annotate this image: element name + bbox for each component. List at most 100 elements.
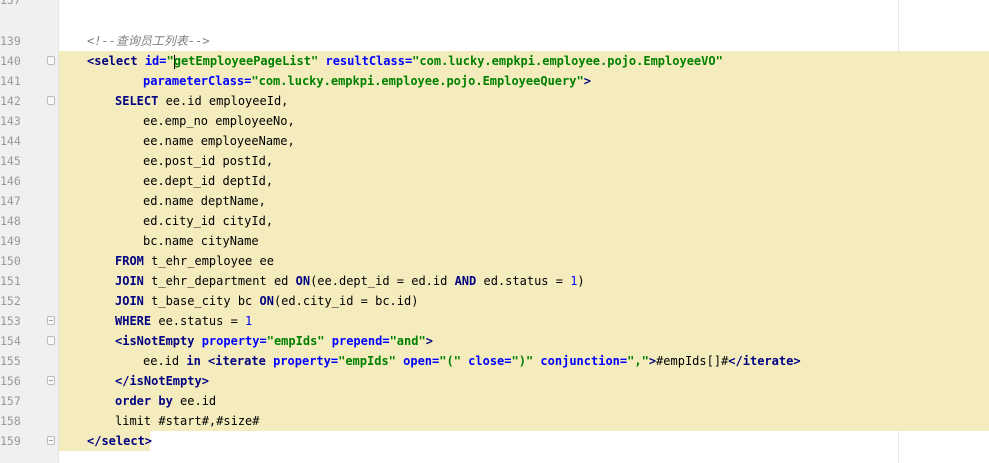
code-line[interactable]: 144 ee.name employeeName, (0, 131, 989, 151)
line-number: 159 (0, 434, 21, 448)
line-number: 141 (0, 74, 21, 88)
code-line[interactable]: 159 </select> (0, 431, 989, 451)
sql-select: SELECT ee.id employeeId, (115, 91, 288, 111)
line-number: 140 (0, 54, 21, 68)
sql-text: ee.status = (151, 314, 246, 328)
line-number: 151 (0, 274, 21, 288)
code-line[interactable]: 154 <isNotEmpty property="empIds" prepen… (0, 331, 989, 351)
code-line[interactable]: 146 ee.dept_id deptId, (0, 171, 989, 191)
attr-name: id= (144, 54, 167, 68)
code-line[interactable]: 155 ee.id in <iterate property="empIds" … (0, 351, 989, 371)
fold-marker-icon[interactable] (47, 436, 55, 445)
attr-name: conjunction= (533, 354, 628, 368)
sql-keyword: AND (454, 274, 477, 288)
sql-keyword: FROM (115, 254, 144, 268)
attr-value: "empIds" (266, 334, 325, 348)
line-number: 148 (0, 214, 21, 228)
tag-close: > (425, 334, 433, 348)
attr-name: open= (395, 354, 440, 368)
sql-text: (ed.city_id = bc.id) (273, 294, 419, 308)
fold-marker-icon[interactable] (47, 56, 55, 65)
line-number: 156 (0, 374, 21, 388)
code-line[interactable]: 153 WHERE ee.status = 1 (0, 311, 989, 331)
sql-text: ee.id employeeId, (158, 94, 289, 108)
sql-text: #empIds[]# (656, 354, 729, 368)
attr-value: "and" (389, 334, 426, 348)
isnotempty-close-tag: </isNotEmpty> (115, 374, 209, 388)
code-line[interactable]: 143 ee.emp_no employeeNo, (0, 111, 989, 131)
line-number: 143 (0, 114, 21, 128)
code-line[interactable]: 152 JOIN t_base_city bc ON(ed.city_id = … (0, 291, 989, 311)
tag-name: <iterate (200, 354, 266, 368)
line-number: 147 (0, 194, 21, 208)
attr-name: parameterClass= (143, 74, 252, 88)
line-number: 139 (0, 34, 21, 48)
code-line[interactable]: 148 ed.city_id cityId, (0, 211, 989, 231)
sql-keyword: in (186, 354, 201, 368)
code-line[interactable]: 157 order by ee.id (0, 391, 989, 411)
fold-marker-icon[interactable] (47, 96, 55, 105)
code-line[interactable]: 142 SELECT ee.id employeeId, (0, 91, 989, 111)
code-line[interactable]: 156 </isNotEmpty> (0, 371, 989, 391)
code-line[interactable]: 140 <select id="getEmployeePageList" res… (0, 51, 989, 71)
sql-text: ee.id (143, 354, 187, 368)
line-number: 157 (0, 394, 21, 408)
attr-name: property= (194, 334, 267, 348)
select-close-tag: </select> (87, 434, 153, 448)
sql-keyword: order (115, 394, 152, 408)
param-attr-line: parameterClass="com.lucky.empkpi.employe… (143, 71, 591, 91)
sql-column: ee.dept_id deptId, (143, 174, 274, 188)
tag-close: > (583, 74, 591, 88)
line-number: 142 (0, 94, 21, 108)
code-line[interactable]: 158 limit #start#,#size# (0, 411, 989, 431)
line-number: 137 (0, 0, 21, 7)
code-line[interactable]: 150 FROM t_ehr_employee ee (0, 251, 989, 271)
attr-value: "empIds" (338, 354, 396, 368)
code-line[interactable]: 151 JOIN t_ehr_department ed ON(ee.dept_… (0, 271, 989, 291)
line-number: 153 (0, 314, 21, 328)
line-number: 146 (0, 174, 21, 188)
sql-join: JOIN t_base_city bc ON(ed.city_id = bc.i… (115, 291, 418, 311)
code-line[interactable]: 141 parameterClass="com.lucky.empkpi.emp… (0, 71, 989, 91)
attr-quote: " (166, 54, 174, 68)
sql-text: ) (577, 274, 585, 288)
line-number: 149 (0, 234, 21, 248)
fold-marker-icon[interactable] (47, 376, 55, 385)
code-editor[interactable]: 137 139 <!--查询员工列表--> 140 <select id="ge… (0, 0, 989, 463)
sql-where: WHERE ee.status = 1 (115, 311, 252, 331)
tag-name: </iterate (728, 354, 794, 368)
sql-join: JOIN t_ehr_department ed ON(ee.dept_id =… (115, 271, 585, 291)
line-number: 154 (0, 334, 21, 348)
attr-name: property= (265, 354, 339, 368)
code-line[interactable]: 149 bc.name cityName (0, 231, 989, 251)
line-number: 144 (0, 134, 21, 148)
sql-order-by: order by ee.id (115, 391, 216, 411)
code-line[interactable]: 145 ee.post_id postId, (0, 151, 989, 171)
code-line[interactable]: 147 ed.name deptName, (0, 191, 989, 211)
xml-comment: <!--查询员工列表--> (87, 34, 210, 48)
iterate-line: ee.id in <iterate property="empIds" open… (143, 351, 801, 371)
sql-column: ed.city_id cityId, (143, 214, 274, 228)
sql-keyword: WHERE (115, 314, 152, 328)
attr-value: "com.lucky.empkpi.employee.pojo.Employee… (251, 74, 584, 88)
tag-name: <isNotEmpty (115, 334, 195, 348)
fold-marker-icon[interactable] (47, 316, 55, 325)
isnotempty-open-tag: <isNotEmpty property="empIds" prepend="a… (115, 331, 433, 351)
attr-name: resultClass= (318, 54, 413, 68)
sql-limit: limit #start#,#size# (115, 414, 260, 428)
sql-keyword: JOIN (115, 274, 144, 288)
sql-keyword: SELECT (115, 94, 159, 108)
line-number: 152 (0, 294, 21, 308)
attr-value: ")" (511, 354, 534, 368)
tag-close: > (648, 354, 657, 368)
attr-value: "com.lucky.empkpi.employee.pojo.Employee… (412, 54, 723, 68)
line-number: 145 (0, 154, 21, 168)
line-number: 155 (0, 354, 21, 368)
fold-marker-icon[interactable] (47, 336, 55, 345)
sql-text: t_ehr_department ed (143, 274, 296, 288)
attr-value: "," (627, 354, 649, 368)
attr-name: prepend= (324, 334, 390, 348)
tag-name: <select (87, 54, 138, 68)
sql-column: ee.post_id postId, (143, 154, 274, 168)
